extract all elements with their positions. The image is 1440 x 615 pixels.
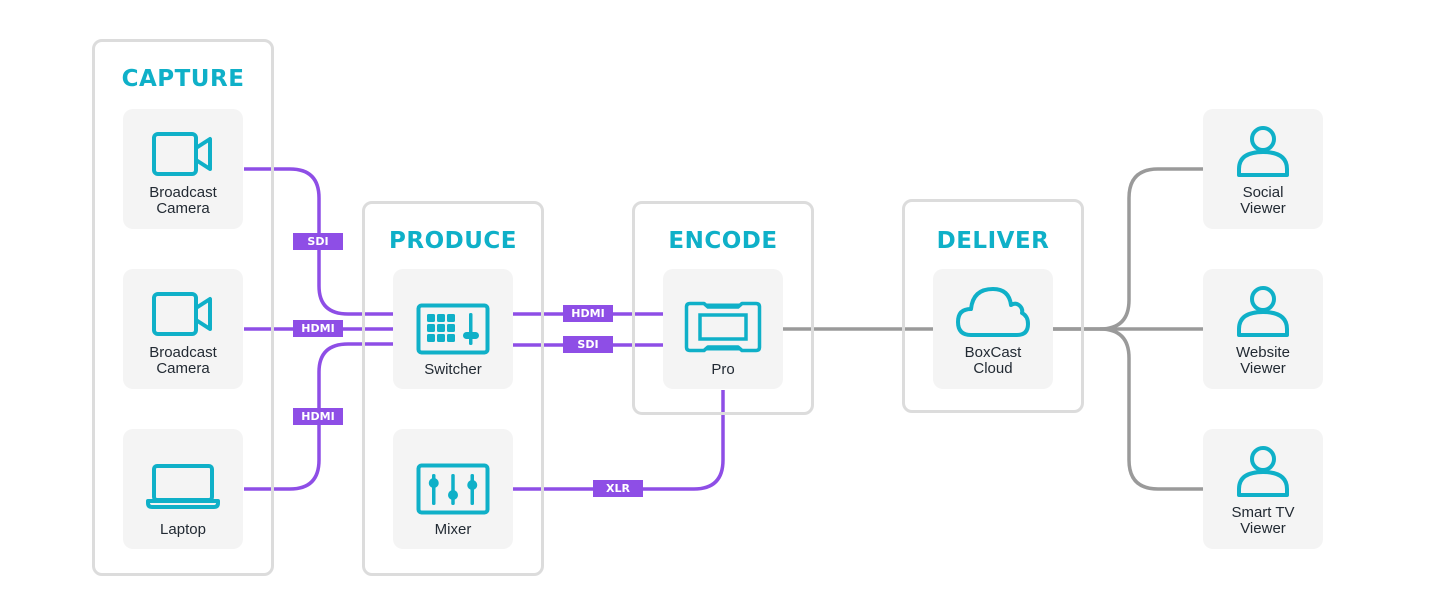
switcher-icon [416, 303, 490, 355]
video-camera-icon [152, 292, 212, 336]
group-title-capture: CAPTURE [121, 66, 245, 92]
node-switcher[interactable]: Switcher [393, 269, 513, 389]
node-label: Mixer [434, 521, 472, 538]
tag-hdmi-camera2: HDMI [293, 320, 343, 337]
group-title-produce: PRODUCE [389, 228, 517, 254]
node-label: Website [1236, 344, 1290, 361]
wire-cloud-smarttv [1099, 327, 1203, 491]
encoder-icon [684, 301, 762, 353]
mixer-icon [416, 463, 490, 515]
workflow-diagram: CAPTURE PRODUCE ENCODE DELIVER Broadcast… [0, 0, 1440, 615]
group-title-encode: ENCODE [668, 228, 778, 254]
video-camera-icon [152, 132, 212, 176]
user-icon [1237, 126, 1289, 177]
tag-sdi-camera1: SDI [293, 233, 343, 250]
node-label: Switcher [424, 361, 482, 378]
node-label: Viewer [1240, 360, 1286, 377]
node-pro-encoder[interactable]: Pro [663, 269, 783, 389]
node-label: Laptop [160, 521, 206, 538]
cloud-icon [956, 287, 1030, 337]
node-label: Camera [156, 360, 210, 377]
node-social-viewer[interactable]: Social Viewer [1203, 109, 1323, 229]
user-icon [1237, 286, 1289, 337]
user-icon [1237, 446, 1289, 497]
node-website-viewer[interactable]: Website Viewer [1203, 269, 1323, 389]
node-label: Pro [711, 361, 735, 378]
node-label: Camera [156, 200, 210, 217]
node-mixer[interactable]: Mixer [393, 429, 513, 549]
node-label: BoxCast [964, 344, 1022, 361]
node-label: Cloud [973, 360, 1013, 377]
group-title-deliver: DELIVER [936, 228, 1050, 254]
tag-xlr-mixer-pro: XLR [593, 480, 643, 497]
node-label: Smart TV [1231, 504, 1295, 521]
node-boxcast-cloud[interactable]: BoxCast Cloud [933, 269, 1053, 389]
node-laptop[interactable]: Laptop [123, 429, 243, 549]
tag-hdmi-switcher-pro: HDMI [563, 305, 613, 322]
node-smart-tv-viewer[interactable]: Smart TV Viewer [1203, 429, 1323, 549]
laptop-icon [146, 464, 220, 509]
node-label: Viewer [1240, 520, 1286, 537]
tag-hdmi-laptop: HDMI [293, 408, 343, 425]
node-label: Broadcast [149, 344, 217, 361]
node-broadcast-camera-2[interactable]: Broadcast Camera [123, 269, 243, 389]
node-broadcast-camera-1[interactable]: Broadcast Camera [123, 109, 243, 229]
node-label: Social [1242, 184, 1284, 201]
node-label: Broadcast [149, 184, 217, 201]
tag-sdi-switcher-pro: SDI [563, 336, 613, 353]
node-label: Viewer [1240, 200, 1286, 217]
